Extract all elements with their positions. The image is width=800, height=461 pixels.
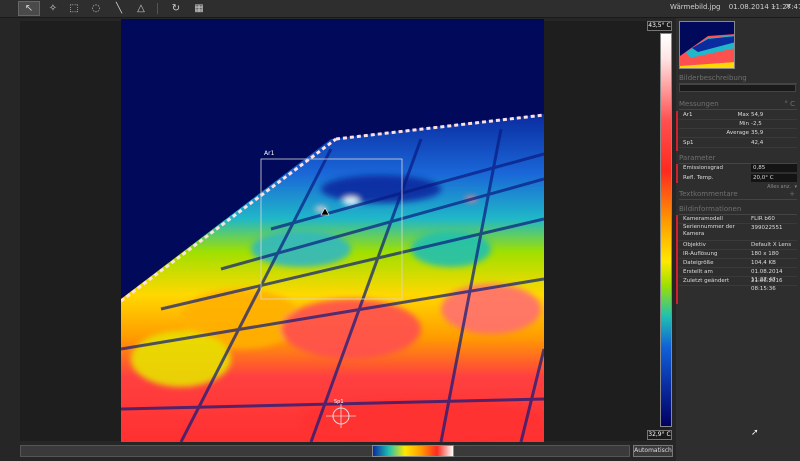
image-info-row: Objektiv Default X Lens (679, 241, 797, 250)
parameter-name: Refl. Temp. (683, 175, 714, 181)
measurements-title: Messungen (679, 100, 719, 108)
toolbar: ↖ ✧ ⬚ ◌ ╲ △ ↻ ▦ Wärmebild.jpg 01.08.2014… (0, 0, 800, 18)
spot-label: Sp1 (334, 399, 344, 405)
measurement-value: 42,4 (751, 140, 764, 146)
parameter-value[interactable]: 0,85 (751, 164, 797, 172)
info-value: FLIR b60 (751, 216, 775, 222)
rotate-tool-icon[interactable]: ↻ (165, 1, 187, 16)
measurement-row[interactable]: Average 35,9 (679, 129, 797, 138)
scale-max-label[interactable]: 43,5° C (647, 21, 672, 31)
minimize-icon[interactable]: – (772, 2, 776, 11)
info-panel: Bilderbeschreibung Messungen ° C Ar1 Max… (676, 18, 800, 461)
image-info-row: Dateigröße 104,4 KB (679, 259, 797, 268)
add-comment-icon[interactable]: + (789, 190, 795, 199)
info-value: 104,4 KB (751, 260, 776, 266)
info-name: Kameramodell (683, 216, 723, 222)
measurement-value: 54,9 (751, 112, 764, 118)
filename: Wärmebild.jpg (670, 3, 721, 11)
area-box-label: Ar1 (264, 150, 275, 157)
info-name: Erstellt am (683, 269, 713, 275)
image-info-indicator (676, 215, 678, 304)
palette-range-handle[interactable] (372, 445, 454, 457)
ellipse-tool-icon[interactable]: ◌ (85, 1, 107, 16)
image-description-heading: Bilderbeschreibung (679, 74, 797, 84)
delta-tool-icon[interactable]: △ (130, 1, 152, 16)
measurement-stat: Max (737, 112, 749, 118)
palette-tool-icon[interactable]: ▦ (188, 1, 210, 16)
measurement-name: Ar1 (683, 112, 693, 118)
parameter-value[interactable]: 20,0° C (751, 174, 797, 182)
info-name: Zuletzt geändert (683, 278, 730, 284)
box-tool-icon[interactable]: ⬚ (63, 1, 85, 16)
measurements-unit: ° C (784, 100, 795, 108)
scale-min-label[interactable]: 32,9° C (647, 430, 672, 440)
measurements-heading: Messungen ° C (679, 100, 797, 110)
thermal-image[interactable]: Ar1 Sp1 (121, 19, 544, 442)
info-value: 399022551 (751, 225, 783, 231)
image-info-row: Erstellt am 01.08.2014 11:27:47 (679, 268, 797, 283)
thumbnail[interactable] (679, 21, 735, 69)
info-name: Objektiv (683, 242, 706, 248)
select-tool-icon[interactable]: ↖ (18, 1, 40, 16)
image-info-heading: Bildinformationen (679, 205, 797, 215)
parameter-row[interactable]: Refl. Temp. 20,0° C (679, 174, 797, 182)
measurement-stat: Min (739, 121, 749, 127)
info-value: 21.06.2016 08:15:36 (751, 278, 783, 292)
info-value: 180 x 180 (751, 251, 779, 257)
spot-tool-icon[interactable]: ✧ (42, 1, 64, 16)
image-description-field[interactable] (679, 84, 796, 92)
measurement-value: 35,9 (751, 130, 764, 136)
parameter-row[interactable]: Emissionsgrad 0,85 (679, 164, 797, 172)
measurement-value: -2,5 (751, 121, 762, 127)
mouse-cursor-icon: ➚ (751, 428, 759, 438)
text-comments-title: Textkommentare (679, 190, 738, 198)
measurements-indicator (676, 111, 678, 151)
image-info-row: Kameramodell FLIR b60 (679, 215, 797, 224)
measurement-row[interactable]: Min -2,5 (679, 120, 797, 129)
image-info-row: IR-Auflösung 180 x 180 (679, 250, 797, 259)
close-icon[interactable]: ✕ (785, 2, 792, 11)
level-span-slider[interactable] (20, 445, 630, 457)
measurement-stat: Average (726, 130, 749, 136)
image-info-row: Seriennummer der Kamera 399022551 (679, 224, 797, 241)
info-value: Default X Lens (751, 242, 792, 248)
parameter-name: Emissionsgrad (683, 165, 723, 171)
parameters-indicator (676, 164, 678, 183)
info-name: IR-Auflösung (683, 251, 718, 257)
image-info-row: Zuletzt geändert 21.06.2016 08:15:36 (679, 277, 797, 292)
temperature-scale[interactable] (660, 33, 672, 427)
measurement-row[interactable]: Ar1 Max 54,9 (679, 111, 797, 120)
parameters-heading: Parameter (679, 154, 797, 164)
measurement-name: Sp1 (683, 140, 694, 146)
line-tool-icon[interactable]: ╲ (108, 1, 130, 16)
text-comments-heading: Textkommentare + (679, 190, 797, 200)
toolbar-separator (157, 3, 158, 14)
measurement-row[interactable]: Sp1 42,4 (679, 139, 797, 148)
info-name: Dateigröße (683, 260, 714, 266)
file-title: Wärmebild.jpg 01.08.2014 11:27:47 (670, 3, 800, 11)
info-name: Seriennummer der Kamera (683, 224, 735, 237)
auto-button[interactable]: Automatisch (633, 445, 673, 457)
